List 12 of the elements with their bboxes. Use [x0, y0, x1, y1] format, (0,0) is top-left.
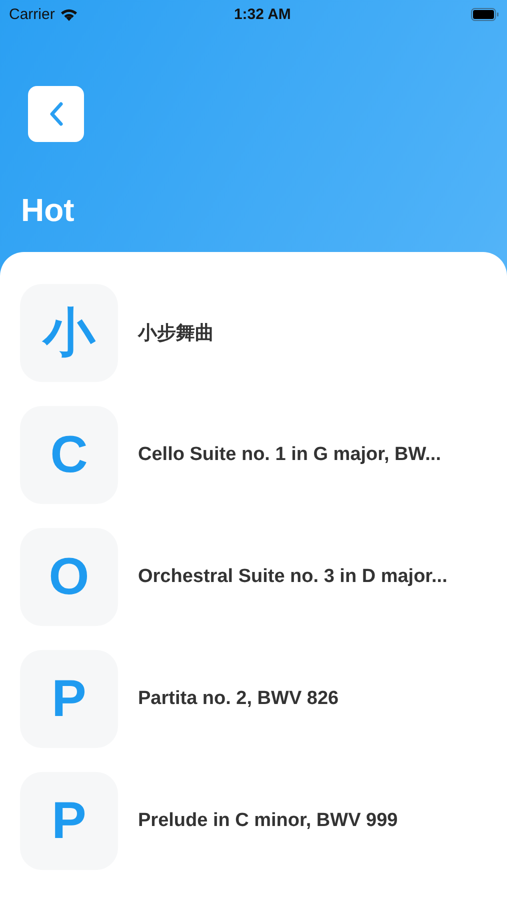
song-title[interactable]: Partita no. 2, BWV 826: [138, 688, 339, 710]
song-title[interactable]: Cello Suite no. 1 in G major, BW...: [138, 444, 441, 466]
back-button[interactable]: [28, 86, 84, 142]
battery-icon: [471, 8, 499, 20]
song-title[interactable]: Orchestral Suite no. 3 in D major...: [138, 566, 448, 588]
page-title: Hot: [21, 194, 76, 226]
song-title[interactable]: 小步舞曲: [138, 320, 214, 346]
chevron-left-icon: [48, 101, 64, 127]
carrier-label: Carrier: [9, 6, 55, 22]
wifi-icon: [60, 8, 78, 20]
song-title[interactable]: Prelude in C minor, BWV 999: [138, 810, 398, 832]
status-time: 1:32 AM: [234, 6, 291, 22]
